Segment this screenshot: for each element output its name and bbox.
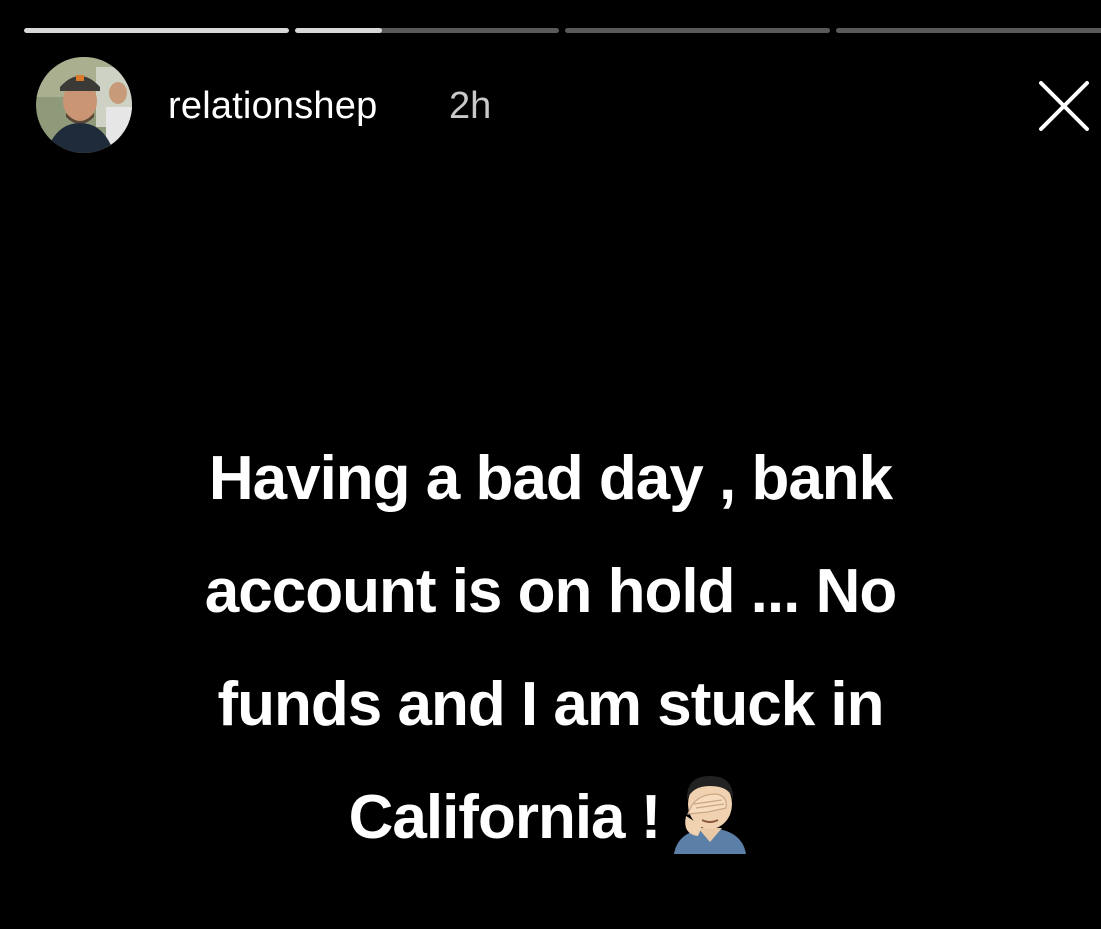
timestamp: 2h — [449, 85, 492, 127]
story-progress-segment-4 — [836, 28, 1101, 33]
message-line-text: California ! — [348, 783, 662, 852]
story-viewer[interactable]: relationshep 2h Having a bad day , bank … — [0, 0, 1101, 929]
message-line: funds and I am stuck in — [217, 670, 885, 739]
message-line-last: California ! — [60, 761, 1041, 874]
message-line: account is on hold ... No — [204, 557, 897, 626]
story-progress-segment-1 — [24, 28, 289, 33]
story-message: Having a bad day , bank account is on ho… — [60, 422, 1041, 874]
username[interactable]: relationshep — [168, 80, 377, 132]
story-progress-segment-2 — [295, 28, 559, 33]
man-facepalming-icon — [668, 770, 752, 854]
close-icon — [1039, 81, 1089, 131]
progress-fill — [24, 28, 289, 33]
progress-fill — [295, 28, 383, 33]
close-button[interactable] — [1032, 74, 1096, 138]
story-progress-segment-3 — [565, 28, 830, 33]
avatar[interactable] — [36, 57, 132, 153]
message-line: Having a bad day , bank — [208, 444, 893, 513]
